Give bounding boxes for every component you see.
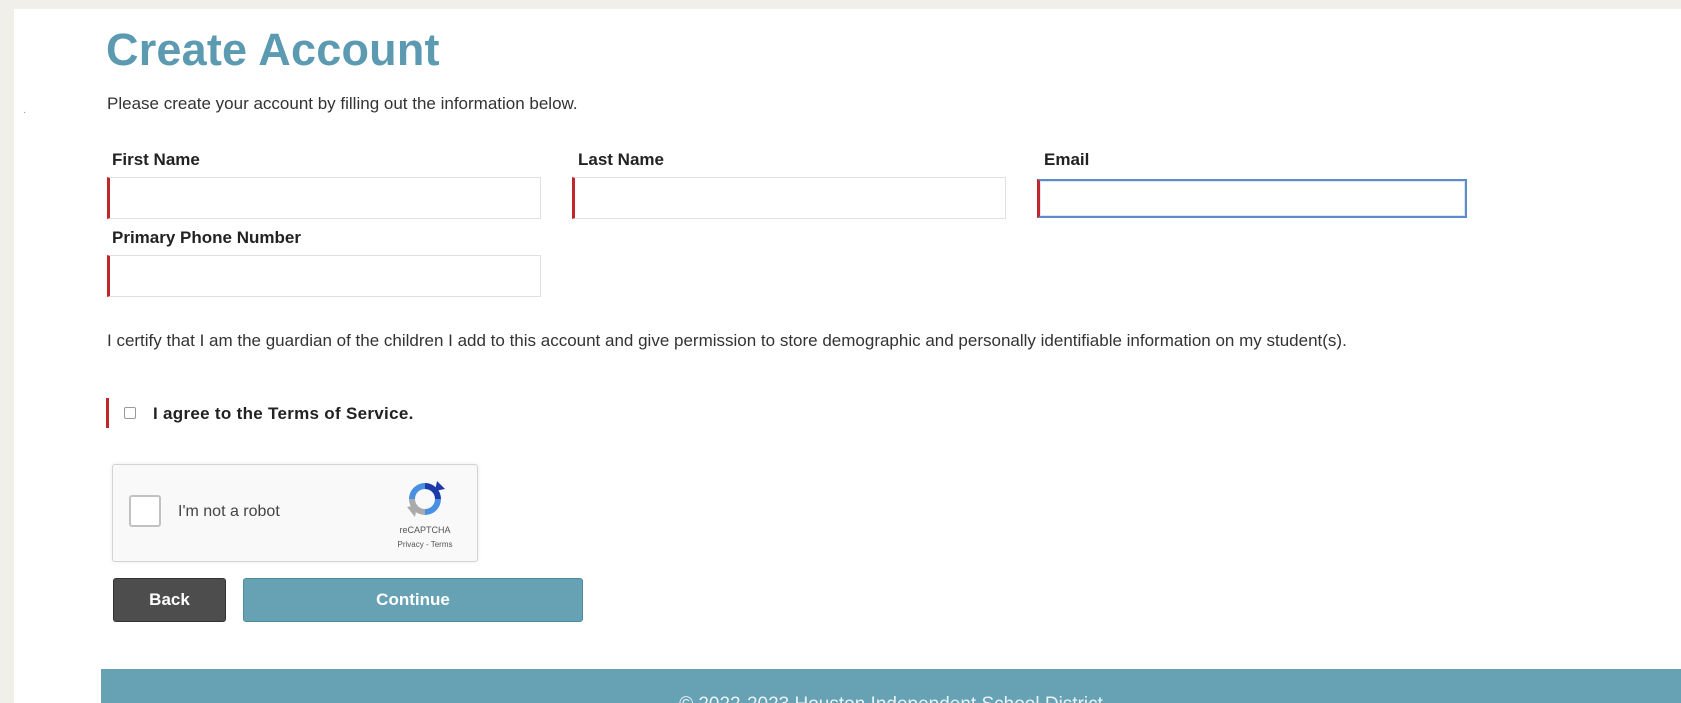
- email-input[interactable]: [1040, 181, 1465, 216]
- last-name-label: Last Name: [578, 150, 664, 169]
- last-name-input[interactable]: [575, 178, 1005, 218]
- phone-field[interactable]: [107, 255, 541, 297]
- certification-text: I certify that I am the guardian of the …: [107, 331, 1347, 350]
- back-button[interactable]: Back: [113, 578, 226, 622]
- recaptcha-widget: I'm not a robot reCAPTCHA Privacy - Term…: [112, 464, 478, 562]
- recaptcha-checkbox[interactable]: [129, 495, 161, 527]
- terms-checkbox[interactable]: [124, 407, 136, 419]
- first-name-input[interactable]: [110, 178, 540, 218]
- recaptcha-brand: reCAPTCHA: [399, 525, 451, 535]
- last-name-field[interactable]: [572, 177, 1006, 219]
- first-name-label: First Name: [112, 150, 200, 169]
- margin-mark: ·: [23, 107, 27, 118]
- page-subtitle: Please create your account by filling ou…: [107, 94, 578, 113]
- page-title: Create Account: [106, 24, 440, 75]
- email-label: Email: [1044, 150, 1090, 169]
- footer: © 2022-2023 Houston Independent School D…: [101, 669, 1681, 703]
- recaptcha-label: I'm not a robot: [178, 503, 280, 520]
- phone-input[interactable]: [110, 256, 540, 296]
- required-marker: [106, 398, 109, 428]
- phone-label: Primary Phone Number: [112, 228, 301, 247]
- footer-copyright: © 2022-2023 Houston Independent School D…: [101, 694, 1681, 703]
- recaptcha-logo-icon: [407, 481, 445, 517]
- continue-button[interactable]: Continue: [243, 578, 583, 622]
- email-field[interactable]: [1037, 179, 1467, 218]
- recaptcha-privacy-terms-link[interactable]: Privacy - Terms: [391, 540, 459, 549]
- terms-label[interactable]: I agree to the Terms of Service.: [153, 404, 414, 424]
- first-name-field[interactable]: [107, 177, 541, 219]
